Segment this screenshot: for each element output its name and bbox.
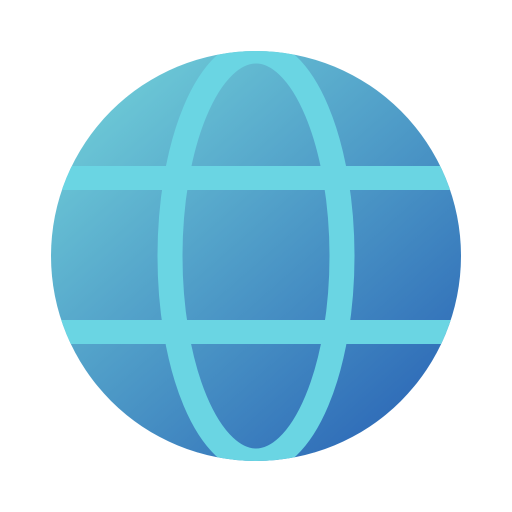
globe-icon: [51, 51, 461, 461]
latitude-line-lower: [51, 320, 461, 344]
latitude-line-upper: [51, 166, 461, 190]
icon-canvas: [0, 0, 512, 512]
globe-sphere: [51, 51, 461, 461]
